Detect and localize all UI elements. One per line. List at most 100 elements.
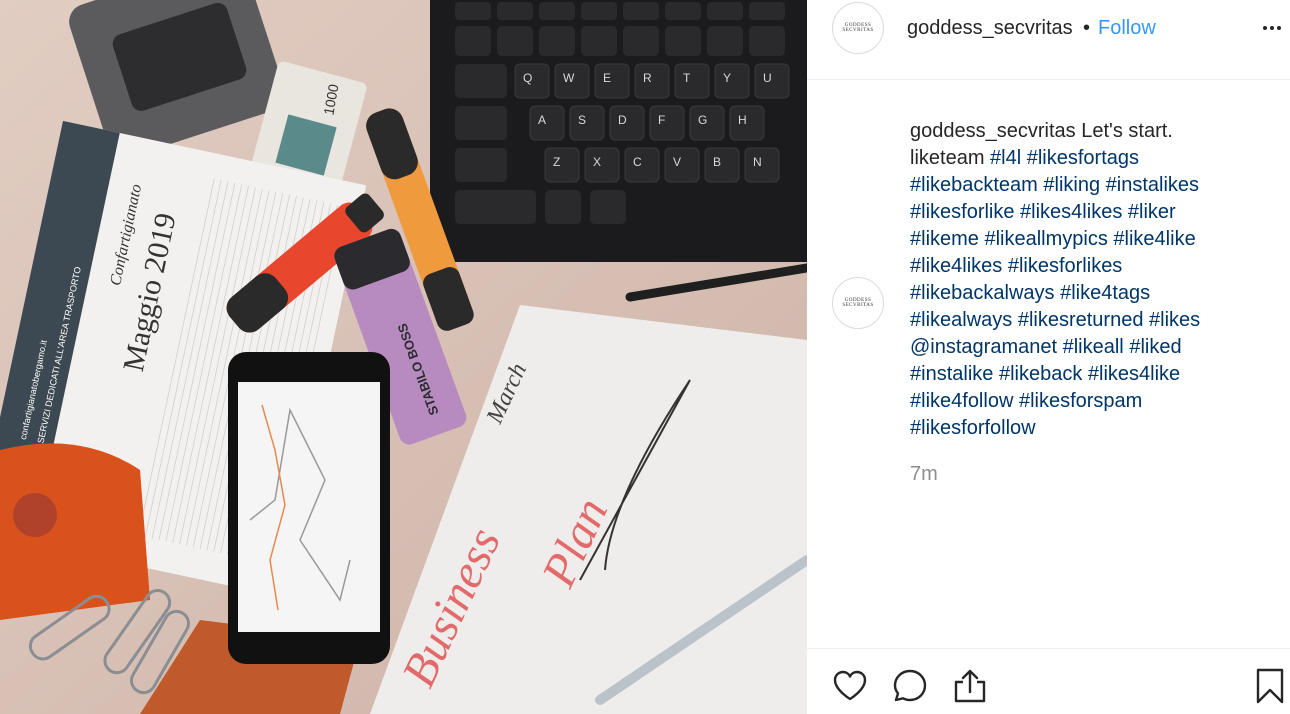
keyboard-key — [729, 105, 765, 141]
keyboard-modifier-key — [545, 190, 581, 224]
keyboard-function-key — [665, 2, 701, 20]
keyboard-key-label: F — [658, 113, 665, 127]
caption-line: #likealways #likesreturned #likes — [910, 307, 1270, 334]
keyboard-key-label: X — [593, 155, 601, 169]
keyboard-key-label: R — [643, 71, 652, 85]
keyboard-function-key — [581, 2, 617, 20]
caption-avatar[interactable]: GODDESS SECVRITAS — [832, 277, 884, 329]
keyboard-key — [674, 63, 710, 99]
comment-button[interactable] — [891, 667, 929, 705]
keyboard-key — [529, 105, 565, 141]
caption-line: #likesforfollow — [910, 415, 1270, 442]
keyboard-key-label: N — [753, 155, 762, 169]
hashtag-link[interactable]: #likes4like — [1088, 363, 1180, 385]
photo-scene: Q W E R T Y UA S D F G HZ X C V B N 1000 Maggio 2019 Con… — [0, 0, 807, 714]
hashtag-link[interactable]: #likesforspam — [1019, 390, 1142, 412]
keyboard-key-label: A — [538, 113, 546, 127]
keyboard-number-key — [665, 26, 701, 56]
keyboard-key — [649, 105, 685, 141]
caption-line: @instagramanet #likeall #liked — [910, 334, 1270, 361]
keyboard-key-label: Z — [553, 155, 560, 169]
hashtag-link[interactable]: #likeback — [999, 363, 1082, 385]
hashtag-link[interactable]: #likebackteam — [910, 174, 1038, 196]
hashtag-link[interactable]: #likeall — [1063, 336, 1124, 358]
hashtag-link[interactable]: #likeme — [910, 228, 979, 250]
caption-text-segment: Let's start. — [1081, 120, 1173, 142]
keyboard-modifier-key — [455, 64, 507, 98]
caption-line: #likeme #likeallmypics #like4like — [910, 226, 1270, 253]
hashtag-link[interactable]: #likealways — [910, 309, 1012, 331]
keyboard-key — [664, 147, 700, 183]
keyboard-key — [584, 147, 620, 183]
keyboard-key — [594, 63, 630, 99]
hashtag-link[interactable]: #likes4likes — [1020, 201, 1122, 223]
hashtag-link[interactable]: #liker — [1128, 201, 1176, 223]
caption-avatar-text: GODDESS SECVRITAS — [842, 298, 874, 308]
caption-line: #like4likes #likesforlikes — [910, 253, 1270, 280]
caption-line: #like4follow #likesforspam — [910, 388, 1270, 415]
hashtag-link[interactable]: #likesforlike — [910, 201, 1014, 223]
hashtag-link[interactable]: #likesreturned — [1018, 309, 1144, 331]
keyboard-key — [704, 147, 740, 183]
keyboard-function-key — [455, 2, 491, 20]
hashtag-link[interactable]: #l4l — [990, 147, 1021, 169]
caption-text-segment: liketeam — [910, 147, 991, 169]
keyboard-key — [624, 147, 660, 183]
hashtag-link[interactable]: #like4like — [1113, 228, 1195, 250]
action-bar — [807, 648, 1290, 714]
keyboard-key-label: Y — [723, 71, 731, 85]
caption-line: #likebackalways #like4tags — [910, 280, 1270, 307]
avatar[interactable]: GODDESS SECVRITAS — [832, 2, 884, 54]
keyboard-key-label: W — [563, 71, 575, 85]
hashtag-link[interactable]: #like4follow — [910, 390, 1013, 412]
hashtag-link[interactable]: #likesfortags — [1027, 147, 1139, 169]
keyboard-key-label: H — [738, 113, 747, 127]
hashtag-link[interactable]: #likesforlikes — [1008, 255, 1122, 277]
keyboard-key — [744, 147, 780, 183]
keyboard-key-label: Q — [523, 71, 532, 85]
header-username[interactable]: goddess_secvritas — [907, 17, 1073, 40]
keyboard-key-label: T — [683, 71, 691, 85]
keyboard-key — [634, 63, 670, 99]
caption-line: #instalike #likeback #likes4like — [910, 361, 1270, 388]
hashtag-link[interactable]: #instalikes — [1106, 174, 1199, 196]
hashtag-link[interactable]: #like4tags — [1060, 282, 1150, 304]
keyboard-key — [754, 63, 790, 99]
post-timestamp[interactable]: 7m — [910, 463, 938, 486]
mention-link[interactable]: @instagramanet — [910, 336, 1057, 358]
keyboard-number-key — [623, 26, 659, 56]
keyboard-number-key — [707, 26, 743, 56]
follow-button[interactable]: Follow — [1098, 17, 1156, 40]
keyboard-modifier-key — [500, 190, 536, 224]
hashtag-link[interactable]: #like4likes — [910, 255, 1002, 277]
share-button[interactable] — [951, 667, 989, 705]
save-button[interactable] — [1251, 667, 1289, 705]
more-options-icon[interactable] — [1257, 18, 1287, 38]
post-photo[interactable]: QWERTYUASDFGHZXCVBN 1000 Maggio 2019 Con… — [0, 0, 807, 714]
hashtag-link[interactable]: #likebackalways — [910, 282, 1055, 304]
keyboard-function-key — [623, 2, 659, 20]
caption-text: goddess_secvritas Let's start. liketeam #… — [910, 118, 1270, 442]
hashtag-link[interactable]: #likes — [1149, 309, 1200, 331]
heart-icon — [833, 670, 867, 701]
keyboard-number-key — [749, 26, 785, 56]
keyboard-number-key — [581, 26, 617, 56]
keyboard-key-label: B — [713, 155, 721, 169]
keyboard-key — [544, 147, 580, 183]
hashtag-link[interactable]: #likesforfollow — [910, 417, 1036, 439]
keyboard-key-label: E — [603, 71, 611, 85]
hashtag-link[interactable]: #instalike — [910, 363, 993, 385]
caption-username[interactable]: goddess_secvritas — [910, 120, 1076, 142]
comment-bubble-icon — [893, 669, 927, 702]
hashtag-link[interactable]: #liking — [1043, 174, 1100, 196]
like-button[interactable] — [831, 667, 869, 705]
hashtag-link[interactable]: #liked — [1129, 336, 1181, 358]
keyboard-key-label: D — [618, 113, 627, 127]
hashtag-link[interactable]: #likeallmypics — [984, 228, 1107, 250]
keyboard-key-label: C — [633, 155, 642, 169]
keyboard-key — [609, 105, 645, 141]
bookmark-icon — [1256, 668, 1284, 704]
keyboard-key-label: U — [763, 71, 772, 85]
smartphone — [228, 352, 390, 664]
keyboard-modifier-key — [455, 190, 507, 224]
